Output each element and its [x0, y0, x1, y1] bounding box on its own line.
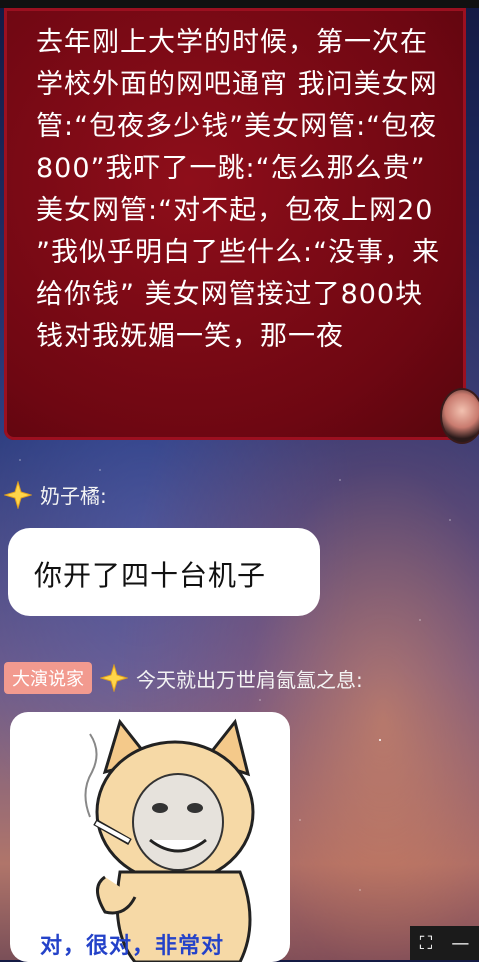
meme-sticker[interactable]: 对，很对，非常对 — [10, 712, 290, 962]
sparkle-icon — [100, 664, 128, 692]
fullscreen-icon[interactable]: ⛶ — [420, 933, 433, 954]
red-message-text: 去年刚上大学的时候，第一次在学校外面的网吧通宵 我问美女网管:“包夜多少钱”美女… — [36, 27, 441, 352]
sender-row-2: 大演说家 今天就出万世肩氤氲之息: — [4, 662, 363, 694]
minimize-icon[interactable]: — — [451, 933, 469, 954]
red-message-bubble: 去年刚上大学的时候，第一次在学校外面的网吧通宵 我问美女网管:“包夜多少钱”美女… — [4, 8, 466, 440]
corner-controls: ⛶ — — [410, 926, 479, 960]
sparkle-icon — [4, 480, 32, 509]
sender-tag: 大演说家 — [4, 662, 92, 694]
sender-row-1: 奶子橘: — [4, 480, 107, 509]
sticker-caption: 对，很对，非常对 — [40, 934, 225, 959]
white-message-bubble: 你开了四十台机子 — [8, 528, 320, 616]
avatar[interactable] — [440, 388, 479, 444]
sender-name[interactable]: 奶子橘: — [40, 480, 107, 509]
white-message-text: 你开了四十台机子 — [34, 559, 267, 592]
sender-name[interactable]: 今天就出万世肩氤氲之息: — [136, 664, 363, 693]
cat-meme-illustration — [84, 718, 255, 962]
top-bar — [0, 0, 479, 8]
